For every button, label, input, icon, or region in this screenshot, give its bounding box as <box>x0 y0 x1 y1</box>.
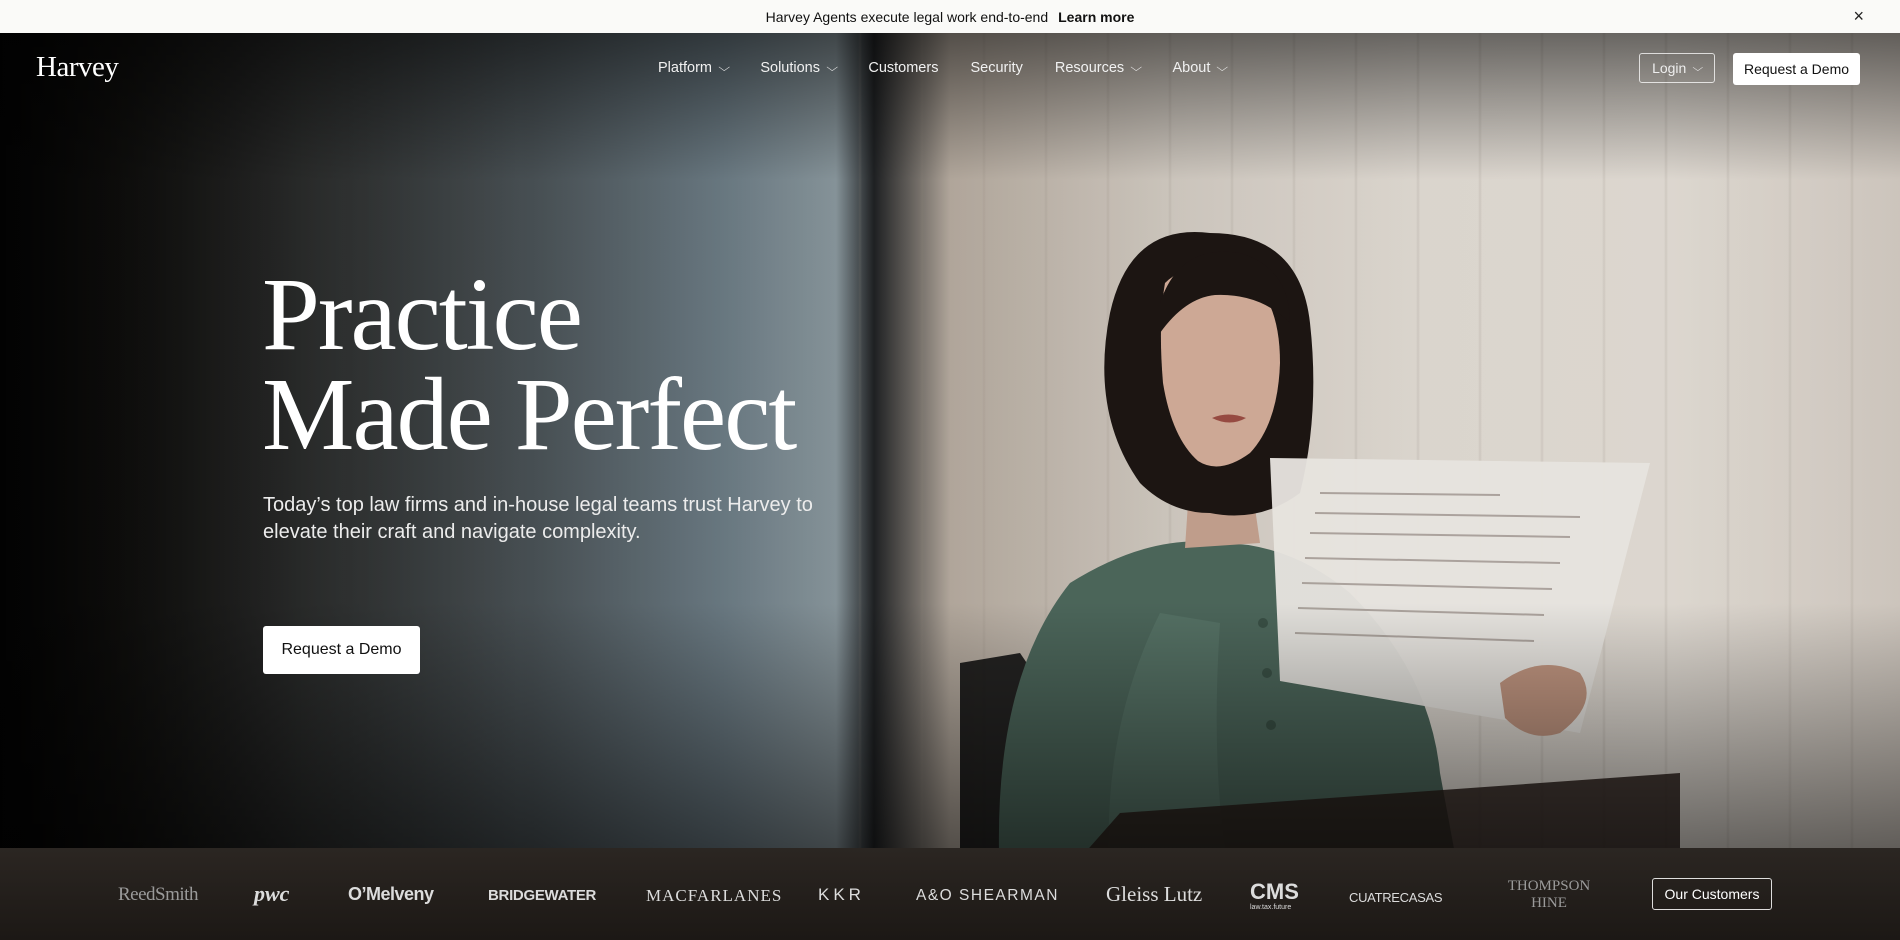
login-label: Login <box>1652 60 1687 76</box>
banner-message: Harvey Agents execute legal work end-to-… <box>765 8 1049 25</box>
hero-request-demo-button[interactable]: Request a Demo <box>263 626 420 674</box>
learn-more-link[interactable]: Learn more <box>1058 9 1134 25</box>
main-menu: Platform ⌵ Solutions ⌵ Customers Securit… <box>658 33 1259 103</box>
chevron-down-icon: ⌵ <box>1130 61 1143 74</box>
reedsmith-logo: ReedSmith <box>118 884 198 905</box>
nav-item-customers[interactable]: Customers <box>868 60 938 76</box>
kkr-logo: KKR <box>818 885 865 904</box>
cms-logo: CMS <box>1250 879 1299 904</box>
cuatrecasas-logo: CUATRECASAS <box>1349 890 1443 905</box>
nav-item-label: Solutions <box>760 60 820 76</box>
nav-item-solutions[interactable]: Solutions ⌵ <box>760 60 839 76</box>
nav-item-platform[interactable]: Platform ⌵ <box>658 60 731 76</box>
our-customers-button[interactable]: Our Customers <box>1652 878 1772 910</box>
nav-item-label: Resources <box>1054 60 1125 76</box>
chevron-down-icon: ⌵ <box>826 61 839 74</box>
harvey-logo[interactable]: Harvey <box>36 51 119 84</box>
nav-item-label: Platform <box>658 60 712 76</box>
chevron-down-icon: ⌵ <box>1216 61 1229 74</box>
top-navigation: Harvey Platform ⌵ Solutions ⌵ Customers … <box>0 33 1900 103</box>
nav-item-about[interactable]: About ⌵ <box>1172 60 1229 76</box>
pwc-logo: pwc <box>254 881 290 906</box>
ao-shearman-logo: A&O SHEARMAN <box>916 887 1059 904</box>
close-icon[interactable]: × <box>1853 0 1864 33</box>
headline-line-2: Made Perfect <box>262 357 797 472</box>
login-button[interactable]: Login ⌵ <box>1639 53 1715 83</box>
nav-item-label: About <box>1172 60 1211 76</box>
omelveny-logo: O’Melveny <box>348 884 434 904</box>
headline-line-1: Practice <box>262 257 583 372</box>
nav-item-label: Customers <box>868 60 939 76</box>
gleiss-lutz-logo: Gleiss Lutz <box>1106 882 1203 906</box>
chevron-down-icon: ⌵ <box>718 61 731 74</box>
hero-subtitle: Today’s top law firms and in-house legal… <box>263 494 813 543</box>
nav-item-label: Security <box>970 60 1023 76</box>
request-demo-button[interactable]: Request a Demo <box>1733 53 1860 85</box>
bridgewater-logo: BRIDGEWATER <box>488 887 597 904</box>
macfarlanes-logo: MACFARLANES <box>646 886 783 905</box>
hero-headline: Practice Made Perfect <box>262 257 797 472</box>
thompson-hine-logo: THOMPSON HINE <box>1507 878 1591 911</box>
nav-item-resources[interactable]: Resources ⌵ <box>1054 60 1143 76</box>
chevron-down-icon: ⌵ <box>1692 62 1704 74</box>
nav-item-security[interactable]: Security <box>970 60 1022 76</box>
customer-logos-bar: ReedSmith pwc O’Melveny BRIDGEWATER MACF… <box>0 848 1900 940</box>
cms-tagline: law.tax.future <box>1250 904 1292 911</box>
announcement-banner: Harvey Agents execute legal work end-to-… <box>0 0 1900 33</box>
